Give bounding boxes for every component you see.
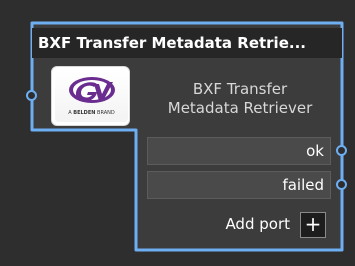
logo-badge: A BELDEN BRAND [55,70,128,122]
node-label-line1: BXF Transfer [192,80,288,98]
output-port-ok-dot[interactable] [336,145,347,156]
add-port-button[interactable]: + [300,212,326,238]
output-port-failed[interactable]: failed [147,171,331,199]
workflow-canvas: BXF Transfer Metadata Retrie... A BELDEN… [0,0,355,266]
output-port-ok[interactable]: ok [147,137,331,165]
node-title[interactable]: BXF Transfer Metadata Retrie... [32,28,342,58]
node-label-line2: Metadata Retriever [167,99,313,117]
logo-sub-suffix: BRAND [95,110,115,116]
input-port-dot[interactable] [26,90,37,101]
add-port-label: Add port [225,215,290,233]
node-logo: A BELDEN BRAND [51,66,130,126]
node-label: BXF Transfer Metadata Retriever [140,80,340,118]
output-port-failed-dot[interactable] [336,179,347,190]
logo-sub-brand: BELDEN [73,110,96,116]
gv-logo-icon [69,77,115,103]
logo-subtitle: A BELDEN BRAND [55,110,128,116]
